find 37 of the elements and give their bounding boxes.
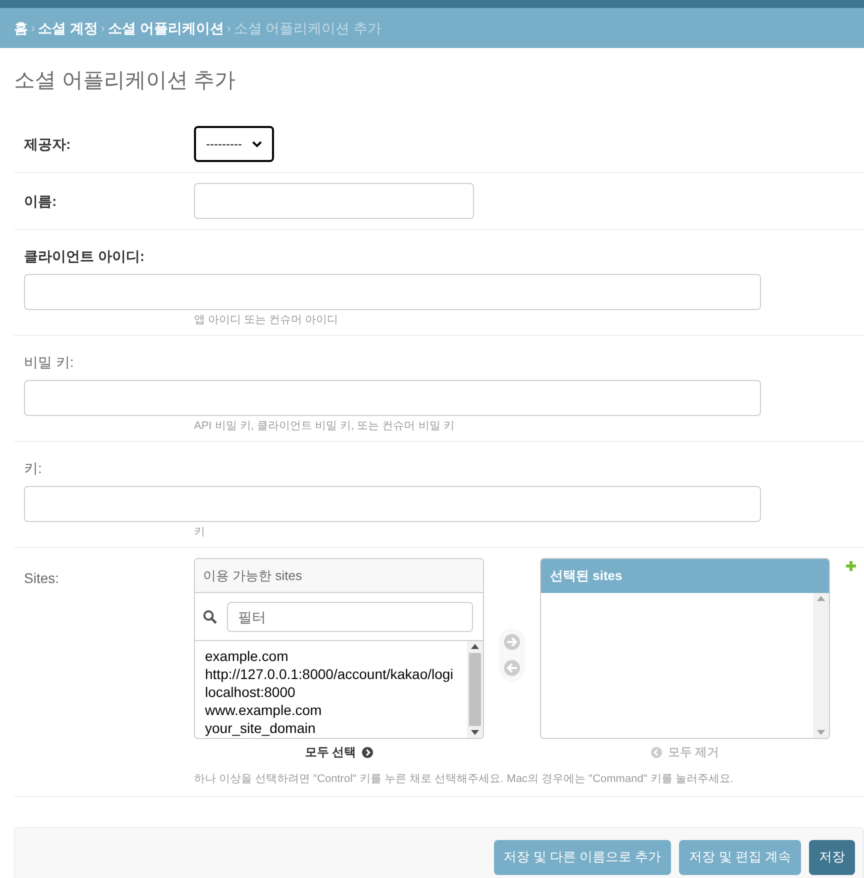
site-option[interactable]: www.example.com xyxy=(205,701,457,719)
help-text: 키 xyxy=(194,525,205,539)
panel-header: 이용 가능한 sites xyxy=(195,559,483,593)
search-icon xyxy=(203,610,217,624)
field-label: 비밀 키: xyxy=(24,354,74,370)
panel-header: 선택된 sites xyxy=(541,559,829,593)
help-text: 앱 아이디 또는 컨슈머 아이디 xyxy=(194,313,338,327)
scroll-down-icon[interactable] xyxy=(471,730,479,735)
input-field[interactable] xyxy=(24,274,761,310)
choose-all-button[interactable]: 모두 선택 xyxy=(304,744,374,760)
provider-select[interactable]: --------- xyxy=(194,126,274,162)
field-label: 이름: xyxy=(24,192,57,208)
scroll-thumb[interactable] xyxy=(469,653,481,726)
field-label: 클라이언트 아이디: xyxy=(24,248,145,264)
site-option[interactable]: example.com xyxy=(205,647,457,665)
site-option[interactable]: http://127.0.0.1:8000/account/kakao/logi xyxy=(205,665,457,683)
add-icon[interactable] xyxy=(846,561,856,571)
breadcrumb-separator: › xyxy=(226,20,231,37)
breadcrumb-separator: › xyxy=(31,20,35,37)
site-option[interactable]: localhost:8000 xyxy=(205,683,457,701)
breadcrumb-current: 소셜 어플리케이션 추가 xyxy=(234,18,382,38)
input-field[interactable] xyxy=(194,183,474,219)
input-field[interactable] xyxy=(24,380,761,416)
field-label: 키: xyxy=(24,460,42,476)
help-text: API 비밀 키, 클라이언트 비밀 키, 또는 컨슈머 비밀 키 xyxy=(194,419,454,433)
input-field[interactable] xyxy=(24,486,761,522)
save-button[interactable]: 저장 xyxy=(809,840,855,874)
scroll-up-icon[interactable] xyxy=(471,644,479,649)
scrollbar[interactable] xyxy=(467,641,483,738)
chevron-down-icon xyxy=(252,140,262,148)
site-option[interactable]: your_site_domain xyxy=(205,719,457,737)
breadcrumb-separator: › xyxy=(100,20,105,37)
help-text: 하나 이상을 선택하려면 "Control" 키를 누른 채로 선택해주세요. Mac의 경우에는 "Command" 키를 눌러주세요. xyxy=(194,772,734,786)
field-label: 제공자: xyxy=(24,136,71,152)
field-label: Sites: xyxy=(24,570,60,586)
filter-field[interactable]: 필터 xyxy=(227,602,473,632)
page-title: 소셜 어플리케이션 추가 xyxy=(14,68,237,94)
